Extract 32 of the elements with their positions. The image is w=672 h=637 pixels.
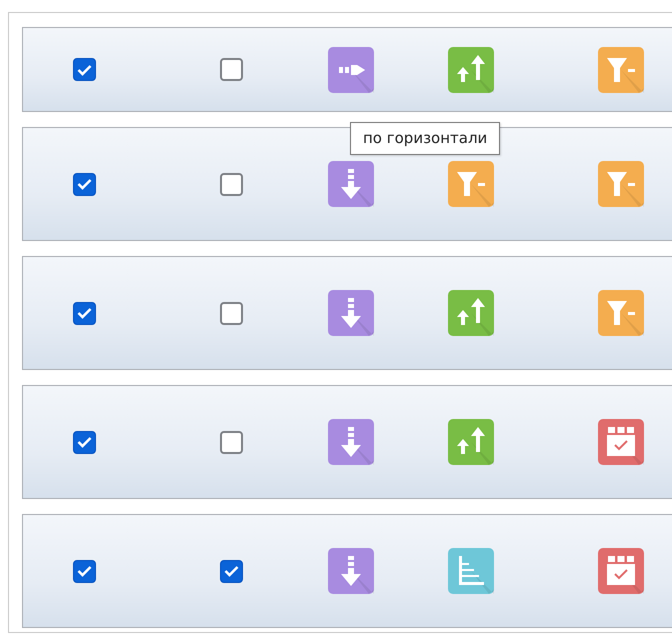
checkbox[interactable] xyxy=(220,172,242,196)
calendar-check-icon[interactable] xyxy=(597,418,645,466)
filter-minus-icon[interactable] xyxy=(597,289,645,337)
arrows-up-icon[interactable] xyxy=(447,418,495,466)
calendar-check-icon[interactable] xyxy=(597,547,645,595)
check-icon xyxy=(76,565,92,577)
arrow-down-icon[interactable] xyxy=(327,160,375,208)
checkbox[interactable] xyxy=(72,172,96,196)
check-icon xyxy=(224,565,238,577)
checkbox[interactable] xyxy=(220,430,242,454)
checkbox[interactable] xyxy=(72,302,96,324)
arrows-up-icon[interactable] xyxy=(447,46,495,94)
bar-list-icon[interactable] xyxy=(447,547,495,595)
checkbox[interactable] xyxy=(220,560,242,582)
checkbox[interactable] xyxy=(220,58,242,81)
checkbox[interactable] xyxy=(72,430,96,454)
arrow-down-icon[interactable] xyxy=(327,547,375,595)
checkbox[interactable] xyxy=(72,560,96,582)
check-icon xyxy=(76,178,92,190)
checkbox[interactable] xyxy=(72,58,96,81)
check-icon xyxy=(76,436,92,448)
arrow-right-icon[interactable] xyxy=(327,46,375,94)
check-icon xyxy=(76,307,92,319)
check-icon xyxy=(76,64,92,76)
checkbox[interactable] xyxy=(220,302,242,324)
tooltip: по горизонтали xyxy=(350,122,500,154)
filter-minus-icon[interactable] xyxy=(597,160,645,208)
arrow-down-icon[interactable] xyxy=(327,289,375,337)
arrow-down-icon[interactable] xyxy=(327,418,375,466)
arrows-up-icon[interactable] xyxy=(447,289,495,337)
filter-minus-icon[interactable] xyxy=(597,46,645,94)
filter-minus-icon[interactable] xyxy=(447,160,495,208)
